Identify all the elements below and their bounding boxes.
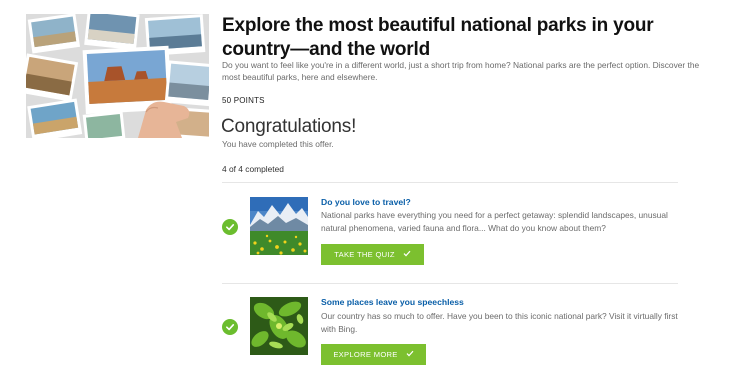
checkmark-icon bbox=[406, 350, 414, 359]
task-description-travel: National parks have everything you need … bbox=[321, 210, 668, 233]
check-circle-icon bbox=[222, 319, 238, 335]
task-description-speechless: Our country has so much to offer. Have y… bbox=[321, 311, 678, 334]
task-title-speechless[interactable]: Some places leave you speechless bbox=[321, 297, 464, 307]
status-message: You have completed this offer. bbox=[222, 139, 334, 149]
divider bbox=[222, 182, 678, 183]
offer-points: 50 POINTS bbox=[222, 96, 265, 105]
offer-title: Explore the most beautiful national park… bbox=[222, 15, 654, 60]
explore-more-button[interactable]: EXPLORE MORE bbox=[321, 344, 426, 365]
take-quiz-button-label: TAKE THE QUIZ bbox=[334, 250, 395, 259]
take-quiz-button[interactable]: TAKE THE QUIZ bbox=[321, 244, 424, 265]
checkmark-icon bbox=[403, 250, 411, 259]
task-title-travel[interactable]: Do you love to travel? bbox=[321, 197, 411, 207]
task-thumbnail-green-foliage bbox=[250, 297, 308, 355]
progress-count: 4 of 4 completed bbox=[222, 164, 284, 174]
offer-hero-image bbox=[26, 14, 209, 138]
offer-description: Do you want to feel like you're in a dif… bbox=[222, 60, 700, 82]
check-circle-icon bbox=[222, 219, 238, 235]
divider bbox=[222, 283, 678, 284]
status-heading: Congratulations! bbox=[221, 116, 357, 137]
explore-more-button-label: EXPLORE MORE bbox=[333, 350, 398, 359]
task-thumbnail-mountain-meadow bbox=[250, 197, 308, 255]
